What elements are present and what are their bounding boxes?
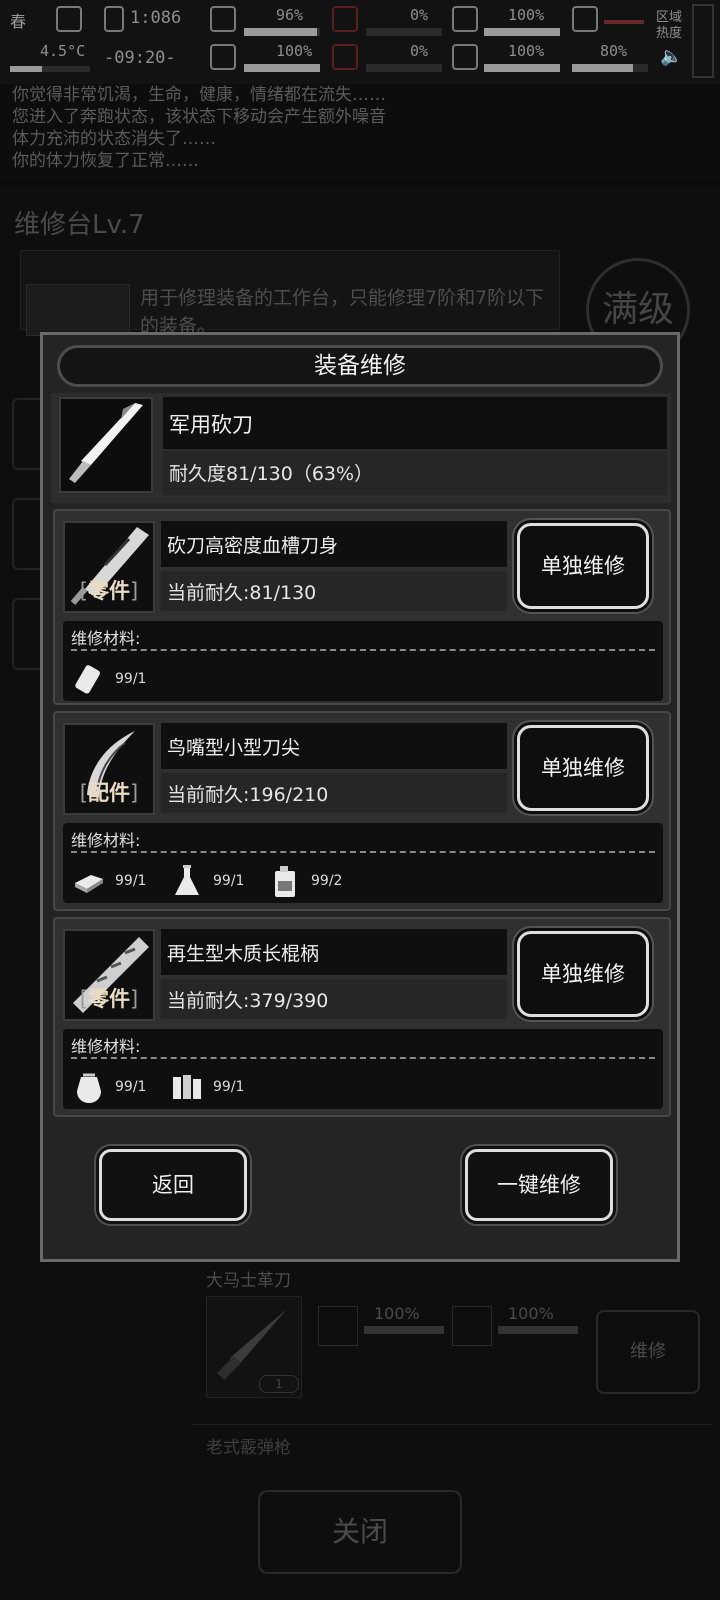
stat-bleed-pct: 0%	[410, 6, 429, 24]
handle-part-icon	[452, 1306, 492, 1346]
flask-icon	[175, 865, 199, 895]
clock-readout: -09:20-	[104, 48, 176, 68]
part-tag: 零件	[88, 579, 130, 603]
bg-bar-b	[498, 1326, 578, 1334]
wood-planks-icon	[173, 1075, 201, 1099]
whetstone-icon	[75, 665, 100, 694]
heart-bar	[484, 64, 560, 72]
equipment-name: 军用砍刀	[163, 397, 667, 449]
materials-label: 维修材料:	[71, 1037, 141, 1056]
brain-icon	[210, 44, 236, 70]
hunger-bar	[484, 28, 560, 36]
bg-pct-a: 100%	[374, 1304, 420, 1323]
part-name: 砍刀高密度血槽刀身	[161, 521, 507, 567]
sound-icon[interactable]: 🔈	[660, 46, 682, 67]
bleed-bar	[366, 28, 442, 36]
material-qty: 99/2	[311, 873, 343, 889]
jerrycan-icon	[275, 866, 295, 897]
machete-icon	[59, 397, 153, 493]
stamina-bar	[572, 64, 648, 72]
metal-bar-icon	[75, 875, 103, 893]
equipment-durability: 耐久度81/130（63%）	[163, 451, 667, 495]
temperature-bar	[10, 66, 90, 72]
stat-heart-pct: 100%	[508, 42, 545, 60]
stat-hunger-pct: 100%	[508, 6, 545, 24]
repair-single-button[interactable]: 单独维修	[517, 931, 649, 1017]
part-name: 再生型木质长棍柄	[161, 929, 507, 975]
health-bar	[244, 28, 320, 36]
bg-pct-b: 100%	[508, 1304, 554, 1323]
calendar-icon	[104, 6, 124, 32]
event-log: 你觉得非常饥渴，生命，健康，情绪都在流失…… 您进入了奔跑状态，该状态下移动会产…	[0, 84, 720, 180]
repair-all-button[interactable]: 一键维修	[465, 1149, 613, 1221]
materials-box: 维修材料: 99/1 99/1	[63, 823, 663, 903]
bg-bar-a	[364, 1326, 444, 1334]
region-heat-meter	[692, 4, 714, 78]
stat-stamina-pct: 80%	[600, 42, 628, 60]
resin-pouch-icon	[77, 1073, 101, 1103]
divider	[71, 1057, 655, 1059]
bg-item-count: 1	[259, 1375, 299, 1393]
material-qty: 99/1	[213, 1079, 245, 1095]
part-card: [零件] 再生型木质长棍柄 当前耐久:379/390 单独维修 维修材料: 99…	[53, 917, 671, 1117]
knife-icon: 1	[206, 1296, 302, 1398]
bg-item2-row[interactable]: 老式霰弹枪	[192, 1424, 712, 1460]
material-qty: 99/1	[115, 873, 147, 889]
divider	[71, 649, 655, 651]
modal-title: 装备维修	[57, 345, 663, 387]
close-button[interactable]: 关闭	[258, 1490, 462, 1574]
stat-infection-pct: 0%	[410, 42, 429, 60]
part-card: [配件] 鸟嘴型小型刀尖 当前耐久:196/210 单独维修 维修材料: 99/…	[53, 711, 671, 911]
season-label: 春	[10, 12, 27, 31]
workbench-icon	[26, 284, 130, 336]
mind-bar	[244, 64, 320, 72]
bg-repair-button[interactable]: 维修	[596, 1310, 700, 1394]
part-card: [零件] 砍刀高密度血槽刀身 当前耐久:81/130 单独维修 维修材料: 99…	[53, 509, 671, 705]
part-name: 鸟嘴型小型刀尖	[161, 723, 507, 769]
stomach-icon	[452, 6, 478, 32]
log-line: 您进入了奔跑状态，该状态下移动会产生额外噪音	[12, 107, 386, 127]
materials-box: 维修材料: 99/1 99/1	[63, 1029, 663, 1109]
log-line: 你的体力恢复了正常……	[12, 151, 199, 171]
region-heat-label: 区域热度	[656, 10, 683, 41]
log-line: 体力充沛的状态消失了……	[12, 129, 216, 149]
weather-icon	[56, 6, 82, 32]
log-line: 你觉得非常饥渴，生命，健康，情绪都在流失……	[12, 85, 386, 105]
bg-item-name: 大马士革刀	[206, 1271, 291, 1291]
health-kit-icon	[210, 6, 236, 32]
stat-mind-pct: 100%	[276, 42, 313, 60]
workbench-title: 维修台Lv.7	[14, 210, 145, 240]
material-qty: 99/1	[213, 873, 245, 889]
part-durability: 当前耐久:81/130	[161, 571, 507, 611]
status-bar: 春 1:086 4.5°C -09:20- 96% 100% 0% 0% 100…	[0, 0, 720, 84]
material-qty: 99/1	[115, 1079, 147, 1095]
materials-label: 维修材料:	[71, 831, 141, 850]
repair-modal: 装备维修 军用砍刀 耐久度81/130（63%） [零件] 砍刀高密度血槽刀身 …	[40, 332, 680, 1262]
boot-icon	[572, 6, 598, 32]
bleeding-icon	[332, 6, 358, 32]
back-button[interactable]: 返回	[99, 1149, 247, 1221]
infection-icon	[332, 44, 358, 70]
materials-label: 维修材料:	[71, 629, 141, 648]
infection-bar	[366, 64, 442, 72]
material-qty: 99/1	[115, 671, 147, 687]
equipment-summary: 军用砍刀 耐久度81/130（63%）	[51, 393, 671, 503]
beak-tip-icon: [配件]	[63, 723, 155, 815]
part-durability: 当前耐久:196/210	[161, 773, 507, 813]
blade-part-icon	[318, 1306, 358, 1346]
wooden-handle-icon: [零件]	[63, 929, 155, 1021]
repair-single-button[interactable]: 单独维修	[517, 725, 649, 811]
divider	[71, 851, 655, 853]
heart-icon	[452, 44, 478, 70]
blade-body-icon: [零件]	[63, 521, 155, 613]
day-counter: 1:086	[130, 8, 182, 28]
part-tag: 零件	[88, 987, 130, 1011]
materials-box: 维修材料: 99/1	[63, 621, 663, 701]
part-durability: 当前耐久:379/390	[161, 979, 507, 1019]
stat-health-pct: 96%	[276, 6, 304, 24]
part-tag: 配件	[88, 781, 130, 805]
repair-single-button[interactable]: 单独维修	[517, 523, 649, 609]
boot-bar	[604, 20, 644, 24]
temperature-readout: 4.5°C	[40, 42, 86, 60]
